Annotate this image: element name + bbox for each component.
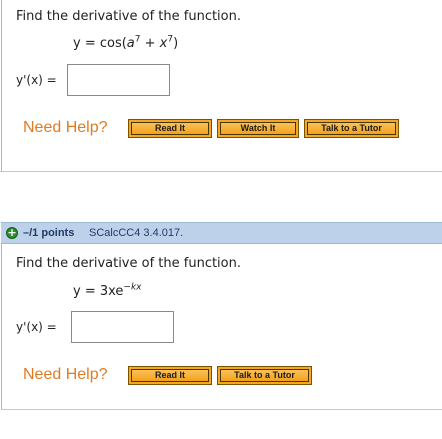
question1-answer-field[interactable]: [67, 64, 170, 96]
question2-answer-input[interactable]: [72, 312, 173, 342]
need-help-label: Need Help?: [23, 119, 108, 136]
section-divider: [1, 409, 442, 410]
read-it-button[interactable]: Read It: [128, 119, 212, 138]
question2-answer-field[interactable]: [71, 311, 174, 343]
question2-header: + –/1 points SCalcCC4 3.4.017.: [1, 222, 442, 244]
watch-it-button[interactable]: Watch It: [217, 119, 299, 138]
question1-answer-input[interactable]: [68, 65, 169, 95]
question2-points: –/1 points: [23, 227, 75, 239]
question2-prompt: Find the derivative of the function.: [16, 256, 241, 271]
left-rule: [1, 0, 2, 171]
question1-prompt: Find the derivative of the function.: [16, 9, 241, 24]
question2-id: SCalcCC4 3.4.017.: [89, 227, 184, 239]
need-help-label: Need Help?: [23, 366, 108, 383]
question1-equation: y = cos(a7 + x7): [73, 34, 179, 51]
question2-help-row: Need Help? Read It Talk to a Tutor: [23, 366, 333, 386]
question2-answer-label: y'(x) =: [16, 320, 57, 334]
read-it-button[interactable]: Read It: [128, 366, 212, 385]
question1-answer-label: y'(x) =: [16, 73, 57, 87]
left-rule: [1, 244, 2, 409]
talk-to-tutor-button[interactable]: Talk to a Tutor: [304, 119, 399, 138]
talk-to-tutor-button[interactable]: Talk to a Tutor: [217, 366, 312, 385]
assignment-page: Find the derivative of the function. y =…: [0, 0, 442, 439]
plus-circle-icon[interactable]: +: [6, 227, 18, 239]
question1-help-row: Need Help? Read It Watch It Talk to a Tu…: [23, 119, 423, 139]
question2-equation: y = 3xe−kx: [73, 282, 142, 299]
section-divider: [0, 171, 442, 172]
